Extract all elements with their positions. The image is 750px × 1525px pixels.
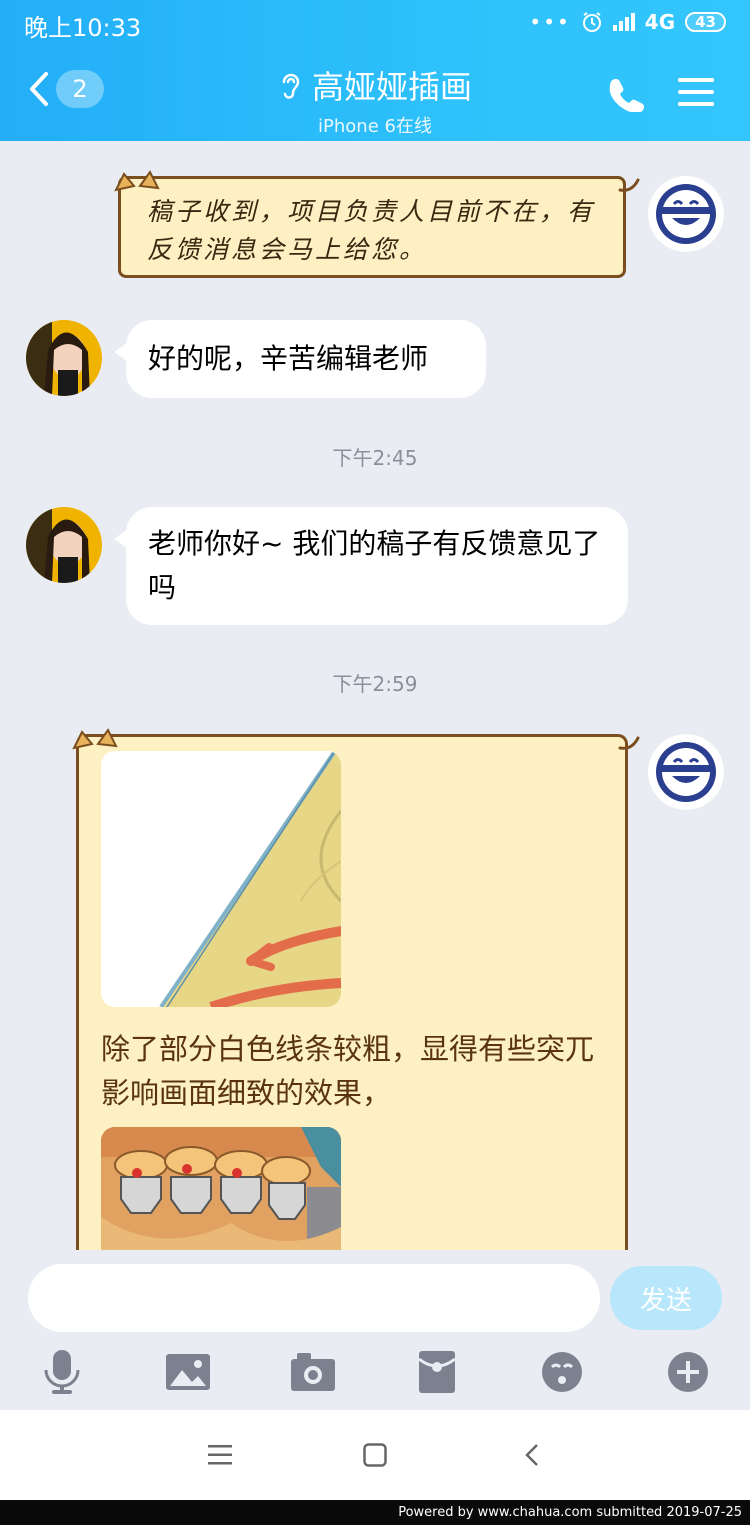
- user-photo: [26, 320, 102, 396]
- signal-icon: [612, 13, 635, 31]
- illustration-thumbnail: [101, 1127, 341, 1257]
- camera-icon: [291, 1353, 335, 1391]
- laughing-man-logo: [648, 176, 724, 252]
- avatar[interactable]: [26, 507, 102, 583]
- input-bar: 发送: [0, 1250, 750, 1410]
- battery-indicator: 43: [685, 12, 726, 32]
- avatar[interactable]: [648, 734, 724, 810]
- timestamp: 下午2:59: [332, 672, 418, 696]
- avatar[interactable]: [648, 176, 724, 252]
- menu-button[interactable]: [678, 76, 714, 112]
- message-text: 好的呢，辛苦编辑老师: [148, 342, 429, 375]
- cat-tail-decoration: [618, 736, 640, 750]
- phone-icon: [609, 79, 644, 113]
- watermark-footer: Powered by www.chahua.com submitted 2019…: [0, 1500, 750, 1525]
- emoji-button[interactable]: [538, 1350, 586, 1394]
- user-photo: [26, 507, 102, 583]
- red-packet-button[interactable]: [413, 1350, 461, 1394]
- message-text: 除了部分白色线条较粗，显得有些突兀影响画面细致的效果，: [101, 1032, 595, 1110]
- illustration-thumbnail: [101, 751, 341, 1007]
- cat-tail-decoration: [618, 178, 640, 192]
- message-input[interactable]: [28, 1264, 600, 1332]
- call-button[interactable]: [608, 76, 644, 116]
- image-icon: [166, 1354, 210, 1390]
- home-icon[interactable]: [363, 1443, 387, 1467]
- network-type: 4G: [644, 10, 676, 34]
- message-text: 稿子收到，项目负责人目前不在，有反馈消息会马上给您。: [147, 197, 596, 264]
- chat-title: 高娅娅插画: [311, 68, 472, 106]
- picture-button[interactable]: [164, 1350, 212, 1394]
- message-image[interactable]: [101, 1127, 341, 1257]
- send-button[interactable]: 发送: [610, 1266, 722, 1330]
- more-button[interactable]: [664, 1350, 712, 1394]
- system-nav-bar: [0, 1410, 750, 1500]
- voice-button[interactable]: [38, 1350, 86, 1394]
- alarm-icon: [582, 12, 601, 32]
- camera-button[interactable]: [289, 1350, 337, 1394]
- recent-apps-icon[interactable]: [208, 1445, 232, 1465]
- emoji-icon: [542, 1352, 582, 1392]
- status-icons: ••• 4G 43: [529, 10, 726, 34]
- message-bubble-incoming[interactable]: 除了部分白色线条较粗，显得有些突兀影响画面细致的效果，: [76, 734, 628, 1274]
- menu-icon: [678, 78, 714, 106]
- plus-icon: [668, 1352, 708, 1392]
- status-time: 晚上10:33: [24, 14, 142, 42]
- chat-header: 晚上10:33 ••• 4G 43 2 高娅娅插画 iPhone 6在线: [0, 0, 750, 141]
- message-bubble-incoming[interactable]: 稿子收到，项目负责人目前不在，有反馈消息会马上给您。: [118, 176, 626, 278]
- red-packet-icon: [419, 1351, 455, 1393]
- laughing-man-logo: [648, 734, 724, 810]
- cat-ears-decoration: [72, 728, 118, 750]
- nav-back-icon[interactable]: [524, 1443, 540, 1467]
- ear-icon: [282, 73, 300, 99]
- message-bubble-outgoing[interactable]: 好的呢，辛苦编辑老师: [114, 320, 486, 398]
- cat-ears-decoration: [114, 170, 160, 192]
- message-image[interactable]: [101, 751, 341, 1007]
- mic-icon: [44, 1350, 80, 1394]
- message-text: 老师你好~ 我们的稿子有反馈意见了吗: [148, 527, 601, 604]
- message-bubble-outgoing[interactable]: 老师你好~ 我们的稿子有反馈意见了吗: [114, 507, 628, 625]
- timestamp: 下午2:45: [332, 446, 418, 470]
- more-dots-icon: •••: [529, 10, 571, 34]
- avatar[interactable]: [26, 320, 102, 396]
